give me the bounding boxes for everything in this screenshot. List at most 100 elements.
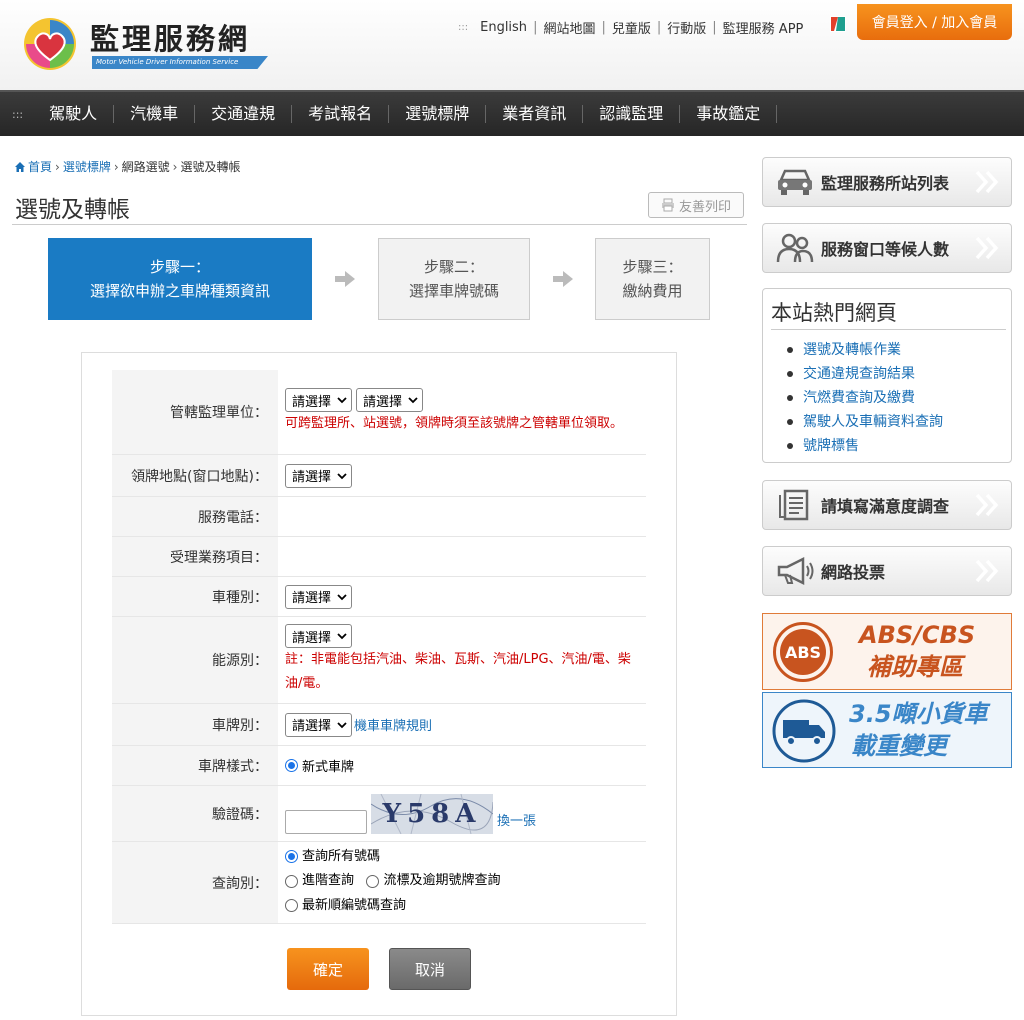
survey-label: 請填寫滿意度調查: [821, 497, 950, 516]
captcha-image: Y58A: [371, 793, 493, 834]
row-jurisdiction: 管轄監理單位： 請選擇 請選擇 可跨監理所、站選號，領牌時須至該號牌之管轄單位領…: [112, 370, 646, 455]
label-service-phone: 服務電話：: [112, 497, 278, 536]
label-vehicle-type: 車種別：: [112, 577, 278, 616]
double-chevron-right-icon: [975, 559, 999, 583]
link-kids[interactable]: 兒童版: [612, 18, 651, 37]
truck-banner-line1: 3.5噸小貨車: [849, 700, 988, 728]
radio-query-latest[interactable]: 最新順編號碼查詢: [285, 895, 406, 917]
select-jurisdiction-sub[interactable]: 請選擇: [356, 388, 424, 412]
site-logo[interactable]: 監理服務網 Motor Vehicle Driver Information S…: [22, 14, 272, 76]
nav-business[interactable]: 業者資訊: [486, 105, 584, 123]
select-plate-type[interactable]: 請選擇: [285, 712, 353, 737]
abs-banner-line2: 補助專區: [867, 653, 963, 681]
label-pickup-location: 領牌地點(窗口地點)：: [112, 455, 278, 496]
step-two: 步驟二： 選擇車牌號碼: [378, 238, 530, 320]
radio-query-advanced[interactable]: 進階查詢: [285, 870, 354, 892]
chevron-down-icon: [337, 472, 347, 479]
radio-unchecked-icon: [285, 874, 298, 888]
hot-link-driver-data[interactable]: 駕駛人及車輛資料查詢: [787, 410, 1011, 434]
vote-button[interactable]: 網路投票: [762, 546, 1012, 596]
row-service-phone: 服務電話：: [112, 497, 646, 537]
radio-query-expired[interactable]: 流標及逾期號牌查詢: [366, 870, 500, 892]
service-items-value: [278, 537, 646, 576]
abs-cbs-banner[interactable]: ABS ABS/CBS 補助專區: [762, 613, 1012, 690]
radio-new-plate[interactable]: 新式車牌: [285, 756, 354, 775]
radio-unchecked-icon: [366, 874, 380, 888]
main-nav: ::: 駕駛人 汽機車 交通違規 考試報名 選號標牌 業者資訊 認識監理 事故鑑…: [0, 90, 1024, 136]
row-captcha: 驗證碼： Y58A 換一張: [112, 786, 646, 842]
captcha-refresh-link[interactable]: 換一張: [497, 810, 536, 829]
step-one-title: 步驟一：: [149, 258, 210, 276]
hot-pages-panel: 本站熱門網頁 選號及轉帳作業 交通違規查詢結果 汽燃費查詢及繳費 駕駛人及車輛資…: [762, 288, 1012, 463]
label-query-type: 查詢別：: [112, 842, 278, 923]
radio-unchecked-icon: [285, 899, 298, 913]
step-three: 步驟三： 繳納費用: [595, 238, 710, 320]
nav-violation[interactable]: 交通違規: [195, 105, 293, 123]
select-energy-type[interactable]: 請選擇: [285, 624, 353, 648]
car-icon: [778, 169, 812, 195]
row-query-type: 查詢別： 查詢所有號碼 進階查詢 流標及逾期號牌查詢 最新順編號碼查詢: [112, 842, 646, 924]
hot-pages-title: 本站熱門網頁: [771, 297, 1006, 330]
survey-document-icon: [779, 489, 809, 521]
dots-icon: :::: [458, 22, 469, 33]
chevron-down-icon: [408, 397, 418, 404]
abs-banner-line1: ABS/CBS: [859, 621, 976, 649]
top-links: ::: English | 網站地圖 | 兒童版 | 行動版 | 監理服務 APP: [458, 18, 804, 37]
row-service-items: 受理業務項目：: [112, 537, 646, 577]
hot-link-violation-result[interactable]: 交通違規查詢結果: [787, 362, 1011, 386]
station-list-button[interactable]: 監理服務所站列表: [762, 157, 1012, 207]
nav-vehicle[interactable]: 汽機車: [114, 105, 196, 123]
label-plate-type: 車牌別：: [112, 704, 278, 745]
link-english[interactable]: English: [480, 20, 527, 35]
step-one: 步驟一： 選擇欲申辦之車牌種類資訊: [48, 238, 312, 320]
print-button[interactable]: 友善列印: [648, 192, 744, 218]
row-plate-type: 車牌別： 請選擇 機車車牌規則: [112, 704, 646, 746]
nav-exam[interactable]: 考試報名: [292, 105, 390, 123]
breadcrumb-home[interactable]: 首頁: [28, 158, 52, 175]
logo-title: 監理服務網: [90, 22, 251, 56]
row-vehicle-type: 車種別： 請選擇: [112, 577, 646, 617]
link-app[interactable]: 監理服務 APP: [723, 18, 804, 37]
arrow-right-icon: [553, 271, 573, 287]
label-plate-style: 車牌樣式：: [112, 746, 278, 785]
link-sitemap[interactable]: 網站地圖: [543, 18, 595, 37]
title-divider: [12, 224, 747, 225]
hot-link-plate-selection[interactable]: 選號及轉帳作業: [787, 338, 1011, 362]
chevron-down-icon: [337, 397, 347, 404]
select-vehicle-type[interactable]: 請選擇: [285, 584, 353, 609]
step-two-title: 步驟二：: [423, 258, 484, 276]
step-one-desc: 選擇欲申辦之車牌種類資訊: [89, 282, 270, 300]
hot-link-plate-auction[interactable]: 號牌標售: [787, 434, 1011, 458]
arrow-right-icon: [335, 271, 355, 287]
nav-plate[interactable]: 選號標牌: [389, 105, 487, 123]
breadcrumb-plate[interactable]: 選號標牌: [63, 158, 111, 175]
radio-query-all[interactable]: 查詢所有號碼: [285, 846, 380, 868]
queue-button[interactable]: 服務窗口等候人數: [762, 223, 1012, 273]
captcha-input[interactable]: [285, 809, 367, 834]
select-jurisdiction-main[interactable]: 請選擇: [285, 388, 353, 412]
confirm-button[interactable]: 確定: [287, 948, 369, 990]
step-two-desc: 選擇車牌號碼: [408, 282, 499, 300]
motorcycle-plate-rules-link[interactable]: 機車車牌規則: [354, 715, 432, 734]
nav-dots-icon: :::: [12, 107, 24, 121]
double-chevron-right-icon: [975, 493, 999, 517]
truck-load-banner[interactable]: 3.5噸小貨車 載重變更: [762, 692, 1012, 768]
select-pickup-location[interactable]: 請選擇: [285, 463, 353, 488]
nav-about[interactable]: 認識監理: [583, 105, 681, 123]
member-login-button[interactable]: 會員登入 / 加入會員: [857, 4, 1012, 40]
label-jurisdiction: 管轄監理單位：: [112, 370, 278, 454]
nav-accident[interactable]: 事故鑑定: [680, 105, 778, 123]
step-three-title: 步驟三：: [622, 258, 683, 276]
link-mobile[interactable]: 行動版: [667, 18, 706, 37]
site-header: 監理服務網 Motor Vehicle Driver Information S…: [0, 0, 1024, 90]
chevron-down-icon: [337, 593, 347, 600]
cancel-button[interactable]: 取消: [389, 948, 471, 990]
row-energy-type: 能源別： 請選擇 註：非電能包括汽油、柴油、瓦斯、汽油/LPG、汽油/電、柴油/…: [112, 617, 646, 704]
hot-link-fuel-fee[interactable]: 汽燃費查詢及繳費: [787, 386, 1011, 410]
station-list-label: 監理服務所站列表: [821, 174, 950, 193]
survey-button[interactable]: 請填寫滿意度調查: [762, 480, 1012, 530]
energy-note: 註：非電能包括汽油、柴油、瓦斯、汽油/LPG、汽油/電、柴油/電。: [285, 652, 631, 691]
truck-banner-line2: 載重變更: [851, 732, 947, 760]
nav-driver[interactable]: 駕駛人: [33, 105, 115, 123]
app-logo-icon[interactable]: [828, 14, 848, 34]
